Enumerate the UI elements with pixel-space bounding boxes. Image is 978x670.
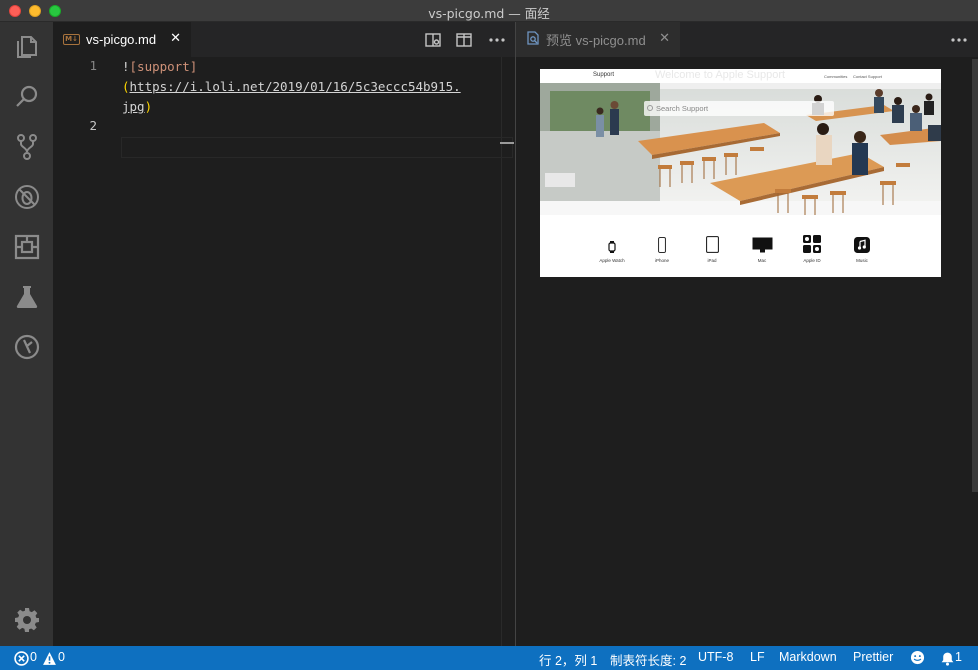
notification-count[interactable]: 1 — [955, 650, 962, 664]
apple-id-icon — [803, 235, 821, 253]
ipad-icon — [705, 236, 719, 253]
tab-close-button[interactable]: ✕ — [170, 31, 181, 46]
tab-size[interactable]: 制表符长度: 2 — [610, 650, 686, 669]
editor-group-preview: 预览 vs-picgo.md ✕ Support Welcome to Appl… — [516, 22, 978, 646]
activity-bar — [0, 22, 53, 646]
split-editor-icon — [456, 33, 472, 47]
more-icon — [951, 38, 967, 42]
more-actions-button[interactable] — [488, 31, 506, 49]
tab-label: vs-picgo.md — [86, 32, 157, 47]
image-product-item: iPad — [690, 235, 734, 263]
test-button[interactable] — [12, 282, 41, 311]
editor-group-markdown: M↓ vs-picgo.md ✕ 1 2 ![support] (https:/… — [53, 22, 515, 646]
gear-icon — [15, 608, 39, 632]
error-icon[interactable] — [14, 651, 29, 666]
end-of-line[interactable]: LF — [750, 650, 765, 664]
title-bar: vs-picgo.md — 面经 — [0, 0, 978, 22]
preview-icon — [526, 30, 546, 49]
cursor-position[interactable]: 行 2，列 1 — [539, 650, 597, 669]
preview-image-support: Support Welcome to Apple Support Communi… — [540, 69, 941, 277]
bell-icon[interactable] — [940, 651, 955, 666]
music-icon — [854, 237, 870, 253]
formatter[interactable]: Prettier — [853, 650, 893, 664]
image-product-label: iPad — [707, 258, 717, 263]
tab-close-button[interactable]: ✕ — [659, 31, 670, 46]
image-product-label: iPhone — [654, 258, 669, 263]
open-preview-icon — [425, 33, 441, 47]
image-product-item: Apple ID — [790, 235, 834, 263]
image-product-label: Apple Watch — [599, 258, 625, 263]
image-search-icon — [647, 105, 653, 111]
error-count[interactable]: 0 — [30, 650, 37, 664]
image-product-item: iPhone — [640, 235, 684, 263]
tab-label: 预览 vs-picgo.md — [546, 33, 646, 48]
git-graph-button[interactable] — [12, 332, 41, 361]
search-button[interactable] — [12, 82, 41, 111]
image-product-item: Apple Watch — [590, 235, 634, 263]
more-actions-button[interactable] — [950, 31, 968, 49]
line-number: 1 — [89, 58, 97, 73]
more-icon — [489, 38, 505, 42]
code-alt-text: [support] — [129, 59, 198, 74]
image-welcome: Welcome to Apple Support — [655, 69, 786, 81]
warning-count[interactable]: 0 — [58, 650, 65, 664]
image-product-label: Apple ID — [803, 258, 821, 263]
debug-icon — [14, 184, 39, 209]
markdown-icon: M↓ — [63, 34, 80, 45]
image-nav-bar: Support Welcome to Apple Support Communi… — [540, 69, 941, 83]
image-search-box: Search Support — [644, 101, 834, 116]
extensions-icon — [14, 234, 39, 259]
source-control-button[interactable] — [12, 132, 41, 161]
code-editor[interactable]: 1 2 ![support] (https://i.loli.net/2019/… — [53, 57, 515, 646]
image-brand: Support — [593, 72, 615, 78]
debug-button[interactable] — [12, 182, 41, 211]
window-title: vs-picgo.md — 面经 — [428, 6, 550, 21]
status-bar: 0 0 行 2，列 1 制表符长度: 2 UTF-8 LF Markdown P… — [0, 646, 978, 670]
settings-button[interactable] — [14, 607, 40, 633]
warning-icon[interactable] — [42, 651, 57, 666]
code-close-paren: ) — [144, 99, 153, 114]
watch-icon — [608, 241, 616, 253]
preview-tab-bar: 预览 vs-picgo.md ✕ — [516, 22, 978, 57]
encoding[interactable]: UTF-8 — [698, 650, 733, 664]
language-mode[interactable]: Markdown — [779, 650, 837, 664]
feedback-smiley-icon[interactable] — [910, 650, 925, 665]
open-preview-button[interactable] — [424, 31, 442, 49]
editor-tab-bar: M↓ vs-picgo.md ✕ — [53, 22, 515, 57]
current-line-highlight — [121, 137, 513, 158]
preview-scrollbar[interactable] — [972, 59, 978, 492]
image-product-label: Mac — [757, 258, 767, 263]
image-product-item: Mac — [740, 235, 784, 263]
search-icon — [15, 85, 37, 107]
image-search-placeholder: Search Support — [656, 104, 709, 113]
image-nav-link: Communities — [824, 74, 848, 79]
scroll-position-marker — [500, 142, 514, 144]
git-graph-icon — [14, 334, 39, 359]
image-nav-link: Contact Support — [853, 74, 882, 79]
tab-preview-vs-picgo-md[interactable]: 预览 vs-picgo.md ✕ — [516, 22, 680, 57]
code-bang: ! — [122, 59, 130, 74]
flask-icon — [16, 285, 37, 308]
source-control-icon — [16, 133, 37, 160]
code-line-1-wrap: (https://i.loli.net/2019/01/16/5c3eccc54… — [122, 77, 461, 97]
extensions-button[interactable] — [12, 232, 41, 261]
image-product-row: Apple Watch iPhone iPad Mac Apple ID Mus… — [540, 215, 941, 277]
split-editor-button[interactable] — [455, 31, 473, 49]
line-number: 2 — [89, 118, 97, 133]
image-product-label: Music — [856, 258, 868, 263]
tab-vs-picgo-md[interactable]: M↓ vs-picgo.md ✕ — [53, 22, 191, 57]
iphone-icon — [658, 237, 666, 253]
code-line-1-wrap-2: jpg) — [122, 97, 152, 117]
mac-icon — [752, 237, 772, 253]
code-url-continued[interactable]: jpg — [122, 99, 145, 114]
explorer-button[interactable] — [12, 32, 41, 61]
code-url[interactable]: https://i.loli.net/2019/01/16/5c3eccc54b… — [130, 79, 461, 94]
files-icon — [16, 35, 37, 58]
image-product-item: Music — [840, 235, 884, 263]
code-open-paren: ( — [122, 79, 130, 94]
code-line-1: ![support] — [122, 57, 197, 77]
